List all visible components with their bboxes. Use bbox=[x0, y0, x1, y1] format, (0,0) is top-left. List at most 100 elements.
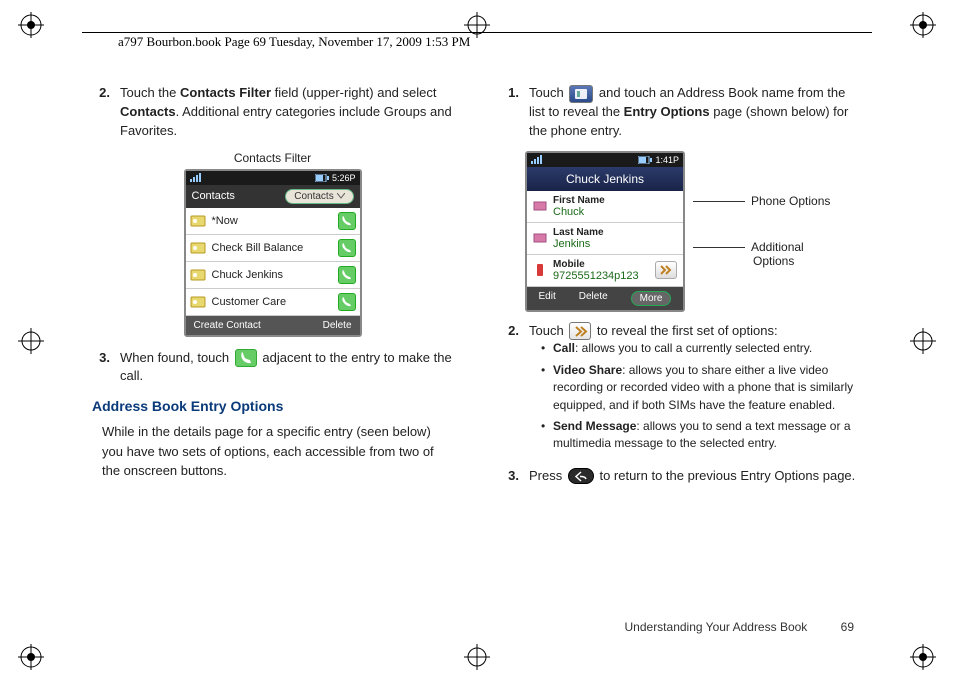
step-number: 2. bbox=[501, 322, 529, 457]
softkey-delete: Delete bbox=[579, 291, 608, 306]
battery-icon bbox=[638, 156, 652, 164]
contact-row: *Now bbox=[186, 208, 360, 235]
bullet-item: Video Share: allows you to share either … bbox=[541, 362, 862, 414]
contact-name: Chuck Jenkins bbox=[212, 269, 338, 281]
left-column: 2. Touch the Contacts Filter field (uppe… bbox=[92, 84, 453, 604]
footer-page-number: 69 bbox=[841, 620, 854, 634]
battery-icon bbox=[315, 174, 329, 182]
phone-time: 5:26P bbox=[332, 173, 356, 183]
step-2-right: 2. Touch to reveal the first set of opti… bbox=[501, 322, 862, 457]
right-column: 1. Touch and touch an Address Book name … bbox=[501, 84, 862, 604]
text: Touch the bbox=[120, 85, 180, 100]
softkey-delete: Delete bbox=[323, 320, 352, 331]
contacts-title: Contacts bbox=[192, 190, 235, 202]
step-number: 3. bbox=[92, 349, 120, 387]
annotation-text: Phone Options bbox=[751, 194, 830, 208]
contact-card-icon bbox=[190, 213, 206, 229]
annotation-additional-options: AdditionalOptions bbox=[693, 240, 830, 268]
text: to reveal the first set of options: bbox=[593, 323, 777, 338]
bold-text: Contacts Filter bbox=[180, 85, 271, 100]
bullet-item: Call: allows you to call a currently sel… bbox=[541, 340, 862, 357]
contact-card-icon bbox=[190, 267, 206, 283]
softkey-more: More bbox=[631, 291, 672, 306]
phone-options-button bbox=[655, 261, 677, 279]
entry-options-screenshot: 1:41P Chuck Jenkins First NameChuck Last… bbox=[525, 151, 685, 312]
call-button-icon bbox=[338, 266, 356, 284]
chevron-down-icon bbox=[337, 193, 345, 199]
registration-mark-icon bbox=[18, 12, 44, 38]
mobile-phone-icon bbox=[533, 263, 547, 277]
crop-mark-icon bbox=[464, 644, 490, 670]
address-book-icon bbox=[569, 85, 593, 103]
field-value: Jenkins bbox=[553, 238, 604, 250]
call-button-icon bbox=[338, 239, 356, 257]
phone-status-bar: 1:41P bbox=[527, 153, 683, 167]
contacts-screenshot: 5:26P Contacts Contacts *Now Check Bill … bbox=[184, 169, 362, 337]
annotation-text: Options bbox=[753, 254, 794, 268]
phone-softkey-bar: Edit Delete More bbox=[527, 287, 683, 310]
contact-card-icon bbox=[190, 294, 206, 310]
footer-section: Understanding Your Address Book bbox=[625, 620, 808, 634]
text: Touch bbox=[529, 323, 567, 338]
step-number: 1. bbox=[501, 84, 529, 141]
field-label: Last Name bbox=[553, 227, 604, 238]
bold-text: Send Message bbox=[553, 419, 636, 433]
field-value: Chuck bbox=[553, 206, 605, 218]
field-label: First Name bbox=[553, 195, 605, 206]
signal-icon bbox=[190, 173, 201, 182]
filter-text: Contacts bbox=[294, 191, 333, 202]
paragraph: While in the details page for a specific… bbox=[102, 422, 453, 481]
phone-status-bar: 5:26P bbox=[186, 171, 360, 185]
bullet-item: Send Message: allows you to send a text … bbox=[541, 418, 862, 453]
call-button-icon bbox=[338, 293, 356, 311]
contact-row: Chuck Jenkins bbox=[186, 262, 360, 289]
step-1-right: 1. Touch and touch an Address Book name … bbox=[501, 84, 862, 141]
step-number: 3. bbox=[501, 467, 529, 486]
contact-card-icon bbox=[190, 240, 206, 256]
contact-row: Check Bill Balance bbox=[186, 235, 360, 262]
page-footer: Understanding Your Address Book 69 bbox=[625, 620, 855, 634]
softkey-create: Create Contact bbox=[194, 320, 261, 331]
contact-name: *Now bbox=[212, 215, 338, 227]
text: to return to the previous Entry Options … bbox=[596, 468, 855, 483]
contacts-title-bar: Contacts Contacts bbox=[186, 185, 360, 208]
page-header-text: a797 Bourbon.book Page 69 Tuesday, Novem… bbox=[118, 34, 470, 50]
annotation-phone-options: Phone Options bbox=[693, 194, 830, 208]
call-icon bbox=[235, 349, 257, 367]
field-label: Mobile bbox=[553, 259, 649, 270]
registration-mark-icon bbox=[910, 12, 936, 38]
bold-text: Call bbox=[553, 341, 575, 355]
entry-title: Chuck Jenkins bbox=[527, 167, 683, 191]
contact-name: Customer Care bbox=[212, 296, 338, 308]
step-number: 2. bbox=[92, 84, 120, 141]
step-3-left: 3. When found, touch adjacent to the ent… bbox=[92, 349, 453, 387]
text: field (upper-right) and select bbox=[271, 85, 436, 100]
phone-time: 1:41P bbox=[655, 155, 679, 165]
chevron-right-icon bbox=[569, 322, 591, 340]
figure-label: Contacts Filter bbox=[92, 151, 453, 165]
phone-softkey-bar: Create Contact Delete bbox=[186, 316, 360, 335]
crop-mark-icon bbox=[18, 328, 44, 354]
registration-mark-icon bbox=[18, 644, 44, 670]
text: : allows you to call a currently selecte… bbox=[575, 341, 812, 355]
mobile-field: Mobile9725551234p123 bbox=[527, 255, 683, 287]
annotation-text: Additional bbox=[751, 240, 804, 254]
step-2-left: 2. Touch the Contacts Filter field (uppe… bbox=[92, 84, 453, 141]
field-value: 9725551234p123 bbox=[553, 270, 649, 282]
contacts-filter-pill: Contacts bbox=[285, 189, 353, 204]
signal-icon bbox=[531, 155, 542, 164]
section-heading: Address Book Entry Options bbox=[92, 398, 453, 414]
registration-mark-icon bbox=[910, 644, 936, 670]
step-3-right: 3. Press to return to the previous Entry… bbox=[501, 467, 862, 486]
contact-row: Customer Care bbox=[186, 289, 360, 316]
bold-text: Contacts bbox=[120, 104, 176, 119]
annotations: Phone Options AdditionalOptions bbox=[693, 194, 830, 268]
name-card-icon bbox=[533, 199, 547, 213]
first-name-field: First NameChuck bbox=[527, 191, 683, 223]
crop-mark-icon bbox=[910, 328, 936, 354]
text: Touch bbox=[529, 85, 567, 100]
text: Press bbox=[529, 468, 566, 483]
call-button-icon bbox=[338, 212, 356, 230]
back-key-icon bbox=[568, 468, 594, 484]
bold-text: Entry Options bbox=[624, 104, 710, 119]
